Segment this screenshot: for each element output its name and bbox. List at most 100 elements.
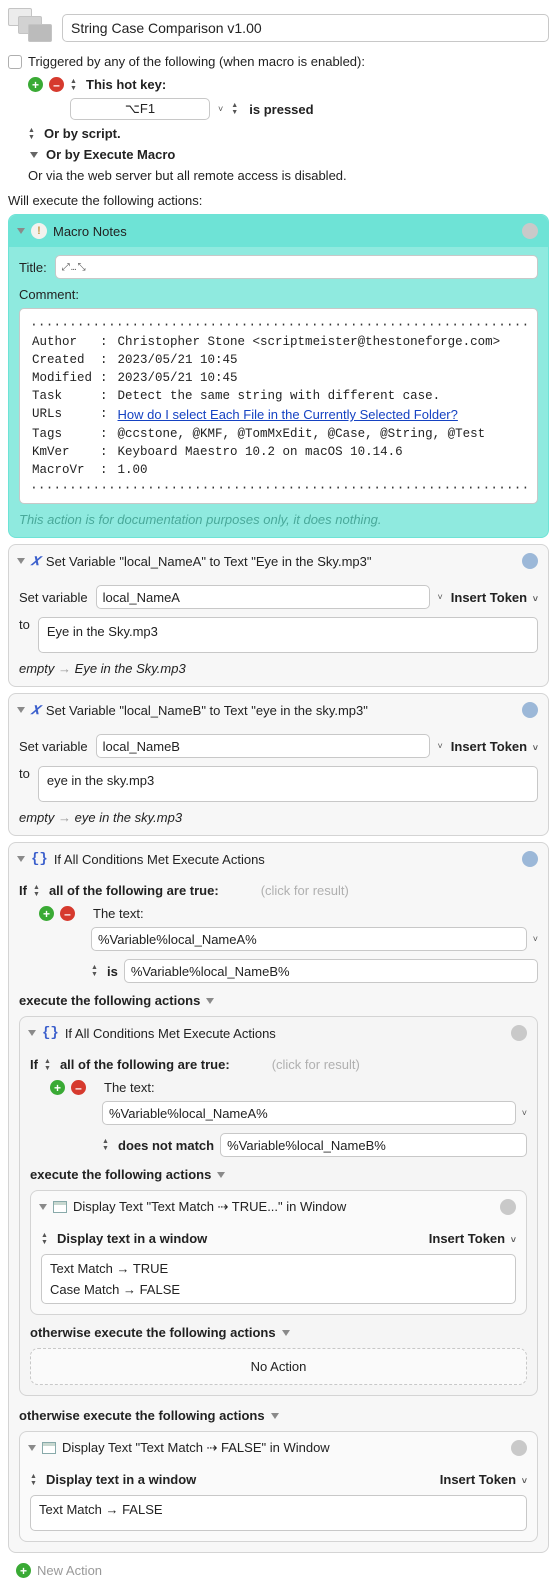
add-condition-button[interactable] <box>39 906 54 921</box>
inner-not-match-value-input[interactable]: %Variable%local_NameB% <box>220 1133 527 1157</box>
set-var-b-name-input[interactable]: local_NameB <box>96 734 430 758</box>
if-text-input[interactable]: %Variable%local_NameA% <box>91 927 527 951</box>
urls-link[interactable]: How do I select Each File in the Current… <box>118 407 458 422</box>
arrow-icon: → <box>58 810 75 825</box>
window-icon <box>53 1201 67 1213</box>
notes-title-label: Title: <box>19 260 47 275</box>
hotkey-dropdown[interactable]: ˅ <box>218 104 223 114</box>
remove-trigger-button[interactable] <box>49 77 64 92</box>
if-any-all-selector[interactable] <box>33 884 43 898</box>
remove-condition-button[interactable] <box>60 906 75 921</box>
display-false-disclosure[interactable] <box>28 1445 36 1451</box>
or-web-label: Or via the web server but all remote acc… <box>28 168 549 183</box>
no-action-label: No Action <box>251 1359 307 1374</box>
if-inner-gear-icon[interactable] <box>509 1023 529 1043</box>
set-var-a-header[interactable]: 𝑥 Set Variable "local_NameA" to Text "Ey… <box>9 545 548 577</box>
created-val: 2023/05/21 10:45 <box>118 352 501 368</box>
display-false-textarea[interactable]: Text Match → FALSE <box>30 1495 527 1531</box>
execute-following-disclosure[interactable] <box>206 998 214 1004</box>
inner-execute-following-disclosure[interactable] <box>217 1172 225 1178</box>
notes-comment-textarea[interactable]: ········································… <box>19 308 538 504</box>
inner-op-selector[interactable] <box>102 1138 112 1152</box>
tags-key: Tags <box>32 426 98 442</box>
notes-comment-label: Comment: <box>19 287 538 302</box>
if-outer-disclosure[interactable] <box>17 856 25 862</box>
display-true-textarea[interactable]: Text Match → TRUE Case Match → FALSE <box>41 1254 516 1304</box>
hotkey-mode-selector[interactable] <box>231 102 241 116</box>
variable-x-icon: 𝑥 <box>31 552 40 570</box>
display-true-mode-selector[interactable] <box>41 1232 51 1246</box>
braces-icon: {} <box>42 1025 59 1041</box>
if-click-hint[interactable]: (click for result) <box>261 883 349 898</box>
task-key: Task <box>32 388 98 404</box>
set-var-b-gear-icon[interactable] <box>520 700 540 720</box>
display-false-insert-token[interactable]: Insert Token ˅ <box>440 1472 527 1487</box>
display-true-disclosure[interactable] <box>39 1204 47 1210</box>
insert-token-a[interactable]: Insert Token ˅ <box>451 590 538 605</box>
if-outer-title: If All Conditions Met Execute Actions <box>54 852 265 867</box>
braces-icon: {} <box>31 851 48 867</box>
action-if-outer: {} If All Conditions Met Execute Actions… <box>8 842 549 1553</box>
add-trigger-button[interactable] <box>28 77 43 92</box>
display-false-header[interactable]: Display Text "Text Match ⇢ FALSE" in Win… <box>20 1432 537 1464</box>
if-inner-header[interactable]: {} If All Conditions Met Execute Actions <box>20 1017 537 1049</box>
hotkey-mode-label: is pressed <box>249 102 313 117</box>
set-var-a-name-input[interactable]: local_NameA <box>96 585 430 609</box>
inner-remove-condition-button[interactable] <box>71 1080 86 1095</box>
inner-otherwise-disclosure[interactable] <box>282 1330 290 1336</box>
new-action-add-icon[interactable] <box>16 1563 31 1578</box>
display-true-header[interactable]: Display Text "Text Match ⇢ TRUE..." in W… <box>31 1191 526 1223</box>
if-text-dropdown[interactable]: ˅ <box>533 934 538 944</box>
set-var-a-label: Set variable <box>19 590 88 605</box>
set-var-b-value-textarea[interactable]: eye in the sky.mp3 <box>38 766 538 802</box>
set-var-a-value-textarea[interactable]: Eye in the Sky.mp3 <box>38 617 538 653</box>
arrow-icon: → <box>58 661 75 676</box>
variable-x-icon: 𝑥 <box>31 701 40 719</box>
set-var-a-disclosure[interactable] <box>17 558 25 564</box>
if-outer-gear-icon[interactable] <box>520 849 540 869</box>
display-true-gear-icon[interactable] <box>498 1197 518 1217</box>
display-false-mode-selector[interactable] <box>30 1473 40 1487</box>
outer-otherwise-disclosure[interactable] <box>271 1413 279 1419</box>
inner-text-input[interactable]: %Variable%local_NameA% <box>102 1101 516 1125</box>
macro-notes-disclosure[interactable] <box>17 228 25 234</box>
if-is-value-input[interactable]: %Variable%local_NameB% <box>124 959 538 983</box>
title-expand-glyph: ⤢ ... ⤡ <box>62 262 85 273</box>
hotkey-input[interactable] <box>70 98 210 120</box>
notes-icon: ! <box>31 223 47 239</box>
set-var-a-to-label: to <box>19 617 30 632</box>
macro-notes-gear-icon[interactable] <box>520 221 540 241</box>
set-var-b-disclosure[interactable] <box>17 707 25 713</box>
if-outer-header[interactable]: {} If All Conditions Met Execute Actions <box>9 843 548 875</box>
if-inner-click-hint[interactable]: (click for result) <box>272 1057 360 1072</box>
display-false-gear-icon[interactable] <box>509 1438 529 1458</box>
set-var-b-trail-empty: empty <box>19 810 54 825</box>
set-var-b-to-label: to <box>19 766 30 781</box>
insert-token-b[interactable]: Insert Token ˅ <box>451 739 538 754</box>
trigger-type-selector[interactable] <box>70 78 80 92</box>
tags-val: @ccstone, @KMF, @TomMxEdit, @Case, @Stri… <box>118 426 501 442</box>
exec-macro-disclosure[interactable] <box>30 152 38 158</box>
if-op-selector[interactable] <box>91 964 101 978</box>
trigger-enabled-label: Triggered by any of the following (when … <box>28 54 365 69</box>
trigger-enabled-checkbox[interactable] <box>8 55 22 69</box>
display-true-insert-token[interactable]: Insert Token ˅ <box>429 1231 516 1246</box>
action-if-inner: {} If All Conditions Met Execute Actions… <box>19 1016 538 1396</box>
set-var-b-name-dropdown[interactable]: ˅ <box>438 741 443 751</box>
notes-title-input[interactable]: ⤢ ... ⤡ <box>55 255 538 279</box>
macrovr-key: MacroVr <box>32 462 98 478</box>
if-inner-disclosure[interactable] <box>28 1030 36 1036</box>
if-inner-label: If <box>30 1057 38 1072</box>
if-inner-any-all-selector[interactable] <box>44 1058 54 1072</box>
no-action-slot[interactable]: No Action <box>30 1348 527 1385</box>
script-selector[interactable] <box>28 127 38 141</box>
set-var-b-header[interactable]: 𝑥 Set Variable "local_NameB" to Text "ey… <box>9 694 548 726</box>
set-var-a-name-dropdown[interactable]: ˅ <box>438 592 443 602</box>
execute-following-label: execute the following actions <box>19 993 200 1008</box>
set-var-a-gear-icon[interactable] <box>520 551 540 571</box>
inner-text-dropdown[interactable]: ˅ <box>522 1108 527 1118</box>
inner-add-condition-button[interactable] <box>50 1080 65 1095</box>
macro-title-input[interactable] <box>62 14 549 42</box>
new-action-row[interactable]: New Action <box>16 1563 549 1578</box>
macro-notes-header[interactable]: ! Macro Notes <box>9 215 548 247</box>
